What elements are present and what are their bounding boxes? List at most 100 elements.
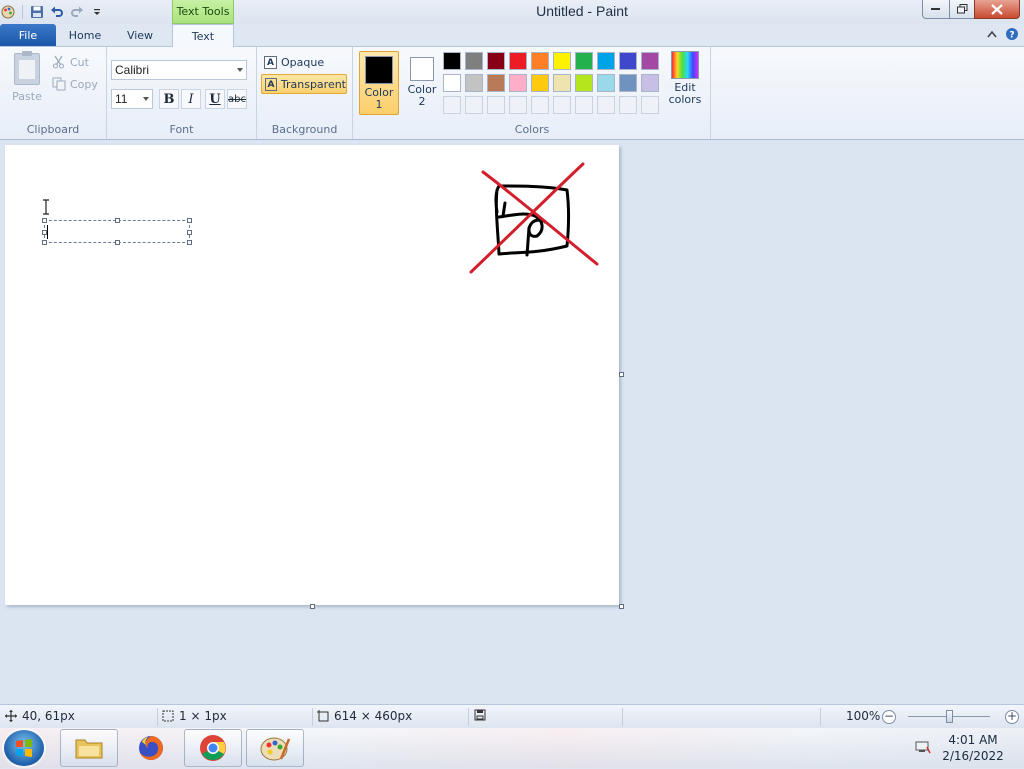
palette-color-swatch[interactable] [575, 52, 593, 70]
chevron-down-icon [143, 97, 149, 101]
taskbar-paint[interactable] [246, 729, 304, 767]
palette-custom-slot[interactable] [553, 96, 571, 114]
palette-color-swatch[interactable] [553, 74, 571, 92]
save-icon[interactable] [29, 4, 45, 20]
tab-view[interactable]: View [114, 24, 166, 46]
drawing-canvas[interactable] [5, 145, 619, 605]
transparent-button[interactable]: A Transparent [261, 74, 347, 94]
palette-custom-slot[interactable] [641, 96, 659, 114]
resize-handle[interactable] [187, 240, 192, 245]
underline-button[interactable]: U [205, 89, 225, 109]
zoom-slider-thumb[interactable] [946, 710, 953, 723]
taskbar-chrome[interactable] [184, 729, 242, 767]
font-group: Calibri 11 B I U abc Font [107, 47, 257, 139]
text-input-box[interactable] [42, 218, 192, 245]
palette-color-swatch[interactable] [487, 74, 505, 92]
colors-group: Color 1 Color 2 Edit colors Colors [353, 47, 711, 139]
palette-color-swatch[interactable] [553, 52, 571, 70]
taskbar-clock[interactable]: 4:01 AM 2/16/2022 [940, 732, 1006, 764]
palette-custom-slot[interactable] [531, 96, 549, 114]
resize-handle[interactable] [42, 240, 47, 245]
palette-color-swatch[interactable] [597, 52, 615, 70]
palette-custom-slot[interactable] [443, 96, 461, 114]
tab-home[interactable]: Home [60, 24, 110, 46]
zoom-out-button[interactable]: − [882, 710, 896, 724]
clipboard-group-label: Clipboard [26, 123, 80, 136]
color1-swatch [365, 56, 393, 84]
cursor-position-status: 40, 61px [5, 709, 75, 723]
edit-colors-label: Edit colors [669, 82, 702, 106]
color2-button[interactable]: Color 2 [403, 51, 441, 115]
text-tools-context-label: Text Tools [172, 0, 234, 24]
palette-color-swatch[interactable] [531, 52, 549, 70]
bold-button[interactable]: B [159, 89, 179, 109]
undo-icon[interactable] [49, 4, 65, 20]
palette-color-swatch[interactable] [597, 74, 615, 92]
canvas-resize-handle-right[interactable] [619, 372, 624, 377]
paint-app-icon[interactable] [0, 4, 16, 20]
tab-file[interactable]: File [0, 24, 56, 46]
palette-color-swatch[interactable] [465, 52, 483, 70]
ribbon-tab-row: File Home View Text ? [0, 24, 1024, 47]
resize-handle[interactable] [115, 240, 120, 245]
color1-button[interactable]: Color 1 [359, 51, 399, 115]
palette-color-swatch[interactable] [575, 74, 593, 92]
rainbow-icon [671, 51, 699, 79]
color2-label-line2: 2 [418, 95, 426, 108]
zoom-in-button[interactable]: + [1005, 710, 1019, 724]
opaque-button[interactable]: A Opaque [261, 52, 347, 72]
palette-color-swatch[interactable] [531, 74, 549, 92]
minimize-ribbon-icon[interactable] [985, 27, 999, 41]
text-cursor-icon [43, 199, 49, 215]
taskbar-firefox[interactable] [122, 729, 180, 767]
resize-handle[interactable] [42, 218, 47, 223]
sketch-drawing [469, 162, 599, 274]
help-icon[interactable]: ? [1005, 27, 1019, 41]
palette-color-swatch[interactable] [465, 74, 483, 92]
start-button[interactable] [4, 730, 44, 766]
clipboard-group: Paste Cut Copy Clipboard [0, 47, 107, 139]
edit-colors-button[interactable]: Edit colors [667, 51, 703, 115]
font-size-select[interactable]: 11 [111, 89, 153, 109]
close-button[interactable] [974, 0, 1020, 19]
disk-icon [474, 709, 486, 721]
copy-icon [52, 77, 66, 91]
canvas-resize-handle-corner[interactable] [619, 604, 624, 609]
palette-color-swatch[interactable] [509, 74, 527, 92]
palette-custom-slot[interactable] [597, 96, 615, 114]
palette-custom-slot[interactable] [619, 96, 637, 114]
paste-button[interactable]: Paste [8, 51, 46, 109]
palette-color-swatch[interactable] [509, 52, 527, 70]
customize-qat-icon[interactable] [89, 4, 105, 20]
minimize-button[interactable] [922, 0, 950, 19]
resize-handle[interactable] [115, 218, 120, 223]
strikethrough-button[interactable]: abc [227, 89, 247, 109]
palette-color-swatch[interactable] [619, 52, 637, 70]
palette-color-swatch[interactable] [443, 74, 461, 92]
palette-custom-slot[interactable] [487, 96, 505, 114]
resize-handle[interactable] [42, 230, 47, 235]
resize-handle[interactable] [187, 218, 192, 223]
canvas-resize-handle-bottom[interactable] [310, 604, 315, 609]
palette-custom-slot[interactable] [509, 96, 527, 114]
palette-color-swatch[interactable] [443, 52, 461, 70]
copy-button[interactable]: Copy [52, 77, 98, 91]
chrome-icon [200, 735, 226, 761]
tab-text[interactable]: Text [172, 24, 234, 47]
palette-custom-slot[interactable] [575, 96, 593, 114]
font-family-select[interactable]: Calibri [111, 60, 247, 80]
cut-button[interactable]: Cut [52, 55, 89, 69]
taskbar-file-explorer[interactable] [60, 729, 118, 767]
palette-custom-slot[interactable] [465, 96, 483, 114]
redo-icon[interactable] [69, 4, 85, 20]
resize-handle[interactable] [187, 230, 192, 235]
italic-button[interactable]: I [181, 89, 201, 109]
palette-color-swatch[interactable] [487, 52, 505, 70]
palette-color-swatch[interactable] [641, 52, 659, 70]
color-palette [443, 52, 659, 114]
palette-color-swatch[interactable] [619, 74, 637, 92]
restore-button[interactable] [949, 0, 975, 19]
network-icon[interactable] [915, 740, 931, 754]
palette-color-swatch[interactable] [641, 74, 659, 92]
title-bar: Text Tools Untitled - Paint [0, 0, 1024, 24]
